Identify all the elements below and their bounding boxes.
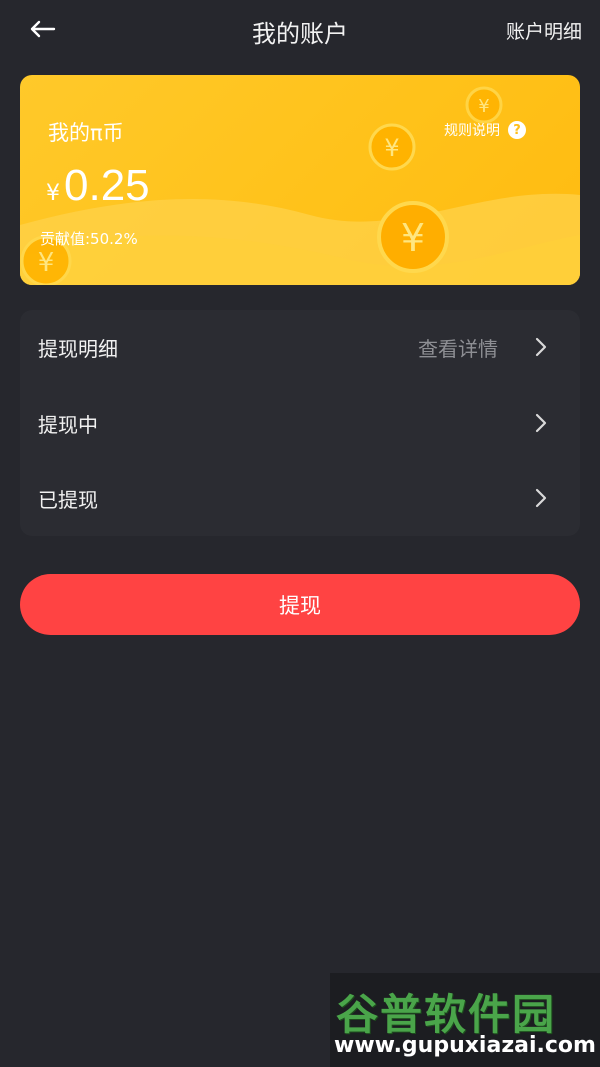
watermark-url: www.gupuxiazai.com (334, 1033, 596, 1058)
yuan-coin-icon: ¥ (465, 86, 503, 124)
list-item-label: 提现明细 (38, 336, 118, 361)
list-item-withdrawing[interactable]: 提现中 (20, 386, 580, 460)
watermark: 谷普软件园 www.gupuxiazai.com (330, 973, 600, 1067)
view-details-text: 查看详情 (418, 336, 498, 361)
account-detail-link[interactable]: 账户明细 (506, 17, 582, 44)
withdraw-button[interactable]: 提现 (20, 574, 580, 635)
list-item-withdrawn[interactable]: 已提现 (20, 461, 580, 535)
currency-symbol: ¥ (46, 181, 60, 206)
balance-amount: ¥ 0.25 (46, 161, 150, 211)
list-item-label: 提现中 (38, 412, 98, 437)
chevron-right-icon (534, 336, 548, 358)
coin-title: 我的π币 (48, 121, 124, 145)
question-circle-icon: ? (508, 121, 526, 139)
yuan-coin-icon: ¥ (377, 201, 449, 273)
chevron-right-icon (534, 487, 548, 509)
list-item-label: 已提现 (38, 487, 98, 512)
svg-text:¥: ¥ (38, 248, 55, 278)
contribution-value: 贡献值:50.2% (40, 230, 138, 248)
rules-link[interactable]: 规则说明 ? (444, 120, 526, 140)
balance-card: ¥ ¥ ¥ ¥ 我的π币 规则说明 ? ¥ 0.25 贡献值:50.2% (20, 75, 580, 285)
svg-text:¥: ¥ (478, 96, 489, 117)
balance-value: 0.25 (64, 161, 150, 210)
top-bar: 我的账户 账户明细 (0, 0, 600, 58)
chevron-right-icon (534, 412, 548, 434)
list-item-withdraw-detail[interactable]: 提现明细 查看详情 (20, 310, 580, 384)
withdraw-list: 提现明细 查看详情 提现中 已提现 (20, 310, 580, 536)
rules-label: 规则说明 (444, 123, 500, 139)
svg-text:¥: ¥ (401, 216, 425, 260)
yuan-coin-icon: ¥ (368, 123, 416, 171)
svg-text:¥: ¥ (384, 134, 399, 162)
